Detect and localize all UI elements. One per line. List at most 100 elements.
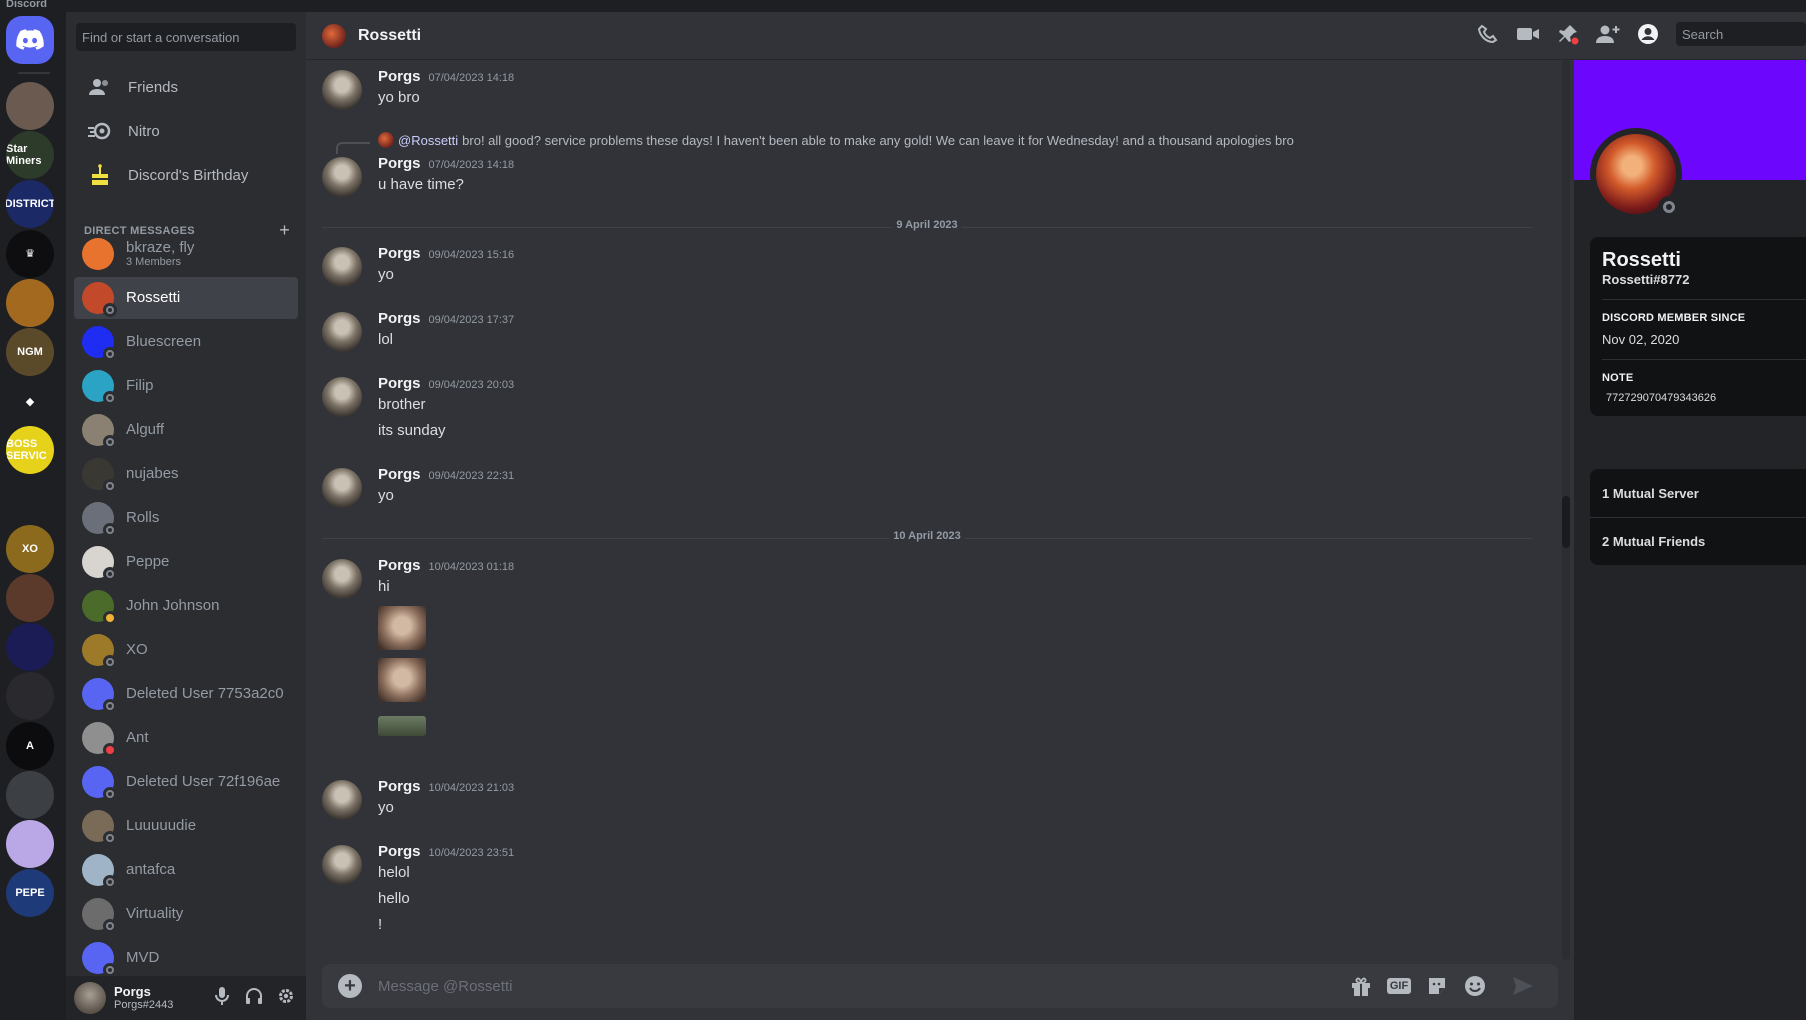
dm-item[interactable]: Rolls [74,497,298,539]
message-avatar[interactable] [322,70,362,110]
nav-friends[interactable]: Friends [74,66,298,108]
mutual-servers-button[interactable]: 1 Mutual Server [1590,469,1806,517]
dm-item[interactable]: Filip [74,365,298,407]
find-conversation-input[interactable] [76,23,296,51]
dm-item[interactable]: Deleted User 7753a2c0 [74,673,298,715]
server-boss[interactable]: BOSS SERVIC [6,426,54,475]
dm-name: Alguff [126,420,165,438]
dm-item[interactable]: Luuuuudie [74,805,298,847]
message-avatar[interactable] [322,559,362,599]
dm-name: Filip [126,376,154,394]
dm-item[interactable]: antafca [74,849,298,891]
nav-discord-birthday[interactable]: Discord's Birthday [74,154,298,196]
note-input[interactable]: 772729070479343626 [1602,392,1806,404]
dm-item[interactable]: Rossetti [74,277,298,319]
dm-item[interactable]: Ant [74,717,298,759]
mutual-friends-button[interactable]: 2 Mutual Friends [1590,517,1806,565]
dm-item[interactable]: Deleted User 72f196ae [74,761,298,803]
message-text: yo [378,487,394,504]
message-scrollbar[interactable] [1562,60,1570,960]
message-avatar[interactable] [322,377,362,417]
voice-call-icon[interactable] [1476,22,1500,46]
date-divider: 10 April 2023 [322,530,1532,542]
settings-gear-icon[interactable] [276,986,296,1006]
user-avatar[interactable] [74,982,106,1014]
nav-nitro[interactable]: Nitro [74,110,298,152]
server-star-miners[interactable]: Star Miners [6,131,54,180]
dm-item[interactable]: bkraze, fly 3 Members [74,233,298,275]
message-author[interactable]: Porgs [378,310,421,327]
status-indicator [103,391,117,405]
message-author[interactable]: Porgs [378,245,421,262]
profile-avatar[interactable] [1590,128,1682,220]
message-author[interactable]: Porgs [378,68,421,85]
dm-avatar [82,238,114,270]
server-ngms[interactable]: NGM [6,328,54,376]
server-1[interactable] [6,82,54,130]
gift-icon[interactable] [1348,974,1374,998]
dm-avatar [82,898,117,933]
upload-plus-icon[interactable]: + [338,974,362,998]
message-author[interactable]: Porgs [378,155,421,172]
dm-item[interactable]: Alguff [74,409,298,451]
server-chest[interactable] [6,278,54,327]
scrollbar-thumb[interactable] [1562,496,1570,548]
message-reply-preview[interactable]: @Rossetti bro! all good? service problem… [336,132,1294,154]
message-input[interactable] [378,977,1338,995]
video-call-icon[interactable] [1516,22,1540,46]
message-avatar[interactable] [322,247,362,287]
reply-avatar [378,132,394,148]
nav-friends-label: Friends [128,78,179,96]
member-since-label: DISCORD MEMBER SINCE [1602,312,1746,324]
add-friends-to-dm-icon[interactable] [1596,22,1620,46]
message-avatar[interactable] [322,468,362,508]
server-a[interactable]: A [6,721,54,770]
server-diamond[interactable]: ◆ [6,377,54,426]
server-dark[interactable] [6,672,54,721]
server-shark[interactable] [6,770,54,819]
status-indicator [103,523,117,537]
image-attachment[interactable] [378,716,426,736]
chat-search-input[interactable] [1676,22,1806,46]
message-avatar[interactable] [322,780,362,820]
headphones-icon[interactable] [244,986,264,1006]
message-author[interactable]: Porgs [378,557,421,574]
message-timestamp: 10/04/2023 01:18 [428,561,515,573]
server-chart[interactable] [6,475,54,524]
message-avatar[interactable] [322,312,362,352]
dm-item[interactable]: XO [74,629,298,671]
home-button[interactable] [6,16,54,64]
reply-author[interactable]: @Rossetti [398,133,458,148]
dm-name: John Johnson [126,596,220,614]
message-author[interactable]: Porgs [378,375,421,392]
message-avatar[interactable] [322,157,362,197]
dm-avatar [82,678,117,713]
message-author[interactable]: Porgs [378,466,421,483]
emoji-icon[interactable] [1462,974,1488,998]
message-author[interactable]: Porgs [378,778,421,795]
user-profile-icon[interactable] [1636,22,1660,46]
dm-item[interactable]: Virtuality [74,893,298,935]
message-author[interactable]: Porgs [378,843,421,860]
image-attachment[interactable] [378,606,426,650]
dm-item[interactable]: Bluescreen [74,321,298,363]
server-anime[interactable] [6,820,54,868]
server-blue[interactable] [6,623,54,672]
status-indicator [103,347,117,361]
gif-button[interactable]: GIF [1386,974,1412,998]
server-crown[interactable]: ♛ [6,229,54,278]
message-avatar[interactable] [322,845,362,885]
dm-item[interactable]: John Johnson [74,585,298,627]
image-attachment[interactable] [378,658,426,702]
server-xo[interactable]: XO [6,524,54,573]
send-icon[interactable] [1510,974,1536,998]
server-pepe[interactable]: PEPE [6,869,54,918]
microphone-icon[interactable] [212,986,232,1006]
pinned-messages-icon[interactable] [1556,22,1580,46]
dm-item[interactable]: MVD [74,937,298,979]
dm-item[interactable]: Peppe [74,541,298,583]
dm-item[interactable]: nujabes [74,453,298,495]
server-brown[interactable] [6,574,54,622]
sticker-icon[interactable] [1424,974,1450,998]
server-district[interactable]: DISTRICT [6,180,54,229]
